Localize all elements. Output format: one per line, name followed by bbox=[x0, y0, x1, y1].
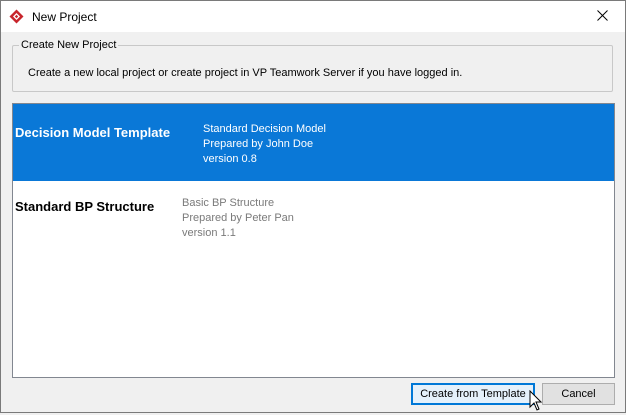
template-desc-line: Standard Decision Model bbox=[203, 123, 326, 135]
group-legend: Create New Project bbox=[19, 39, 119, 51]
template-item-decision-model[interactable]: Decision Model Template Standard Decisio… bbox=[13, 104, 614, 181]
create-new-project-group: Create New Project Create a new local pr… bbox=[12, 39, 613, 92]
close-button[interactable] bbox=[579, 1, 625, 32]
template-desc-line: Prepared by John Doe bbox=[203, 138, 314, 150]
template-description: Standard Decision Model Prepared by John… bbox=[203, 122, 326, 167]
close-icon bbox=[596, 9, 608, 24]
template-name: Decision Model Template bbox=[15, 125, 171, 140]
template-item-standard-bp[interactable]: Standard BP Structure Basic BP Structure… bbox=[13, 181, 614, 256]
template-desc-line: version 0.8 bbox=[203, 153, 257, 165]
template-desc-line: Prepared by Peter Pan bbox=[182, 212, 294, 224]
group-description: Create a new local project or create pro… bbox=[28, 67, 463, 79]
template-desc-line: version 1.1 bbox=[182, 227, 236, 239]
template-name: Standard BP Structure bbox=[15, 199, 155, 214]
template-list[interactable]: Decision Model Template Standard Decisio… bbox=[12, 103, 615, 378]
create-from-template-button[interactable]: Create from Template bbox=[411, 383, 535, 405]
title-bar: New Project bbox=[1, 1, 625, 32]
new-project-dialog: New Project Create New Project Create a … bbox=[0, 0, 626, 413]
template-description: Basic BP Structure Prepared by Peter Pan… bbox=[182, 196, 294, 241]
visual-paradigm-logo-icon bbox=[9, 9, 24, 24]
window-title: New Project bbox=[32, 10, 97, 24]
cancel-button[interactable]: Cancel bbox=[542, 383, 615, 405]
template-desc-line: Basic BP Structure bbox=[182, 197, 275, 209]
mouse-cursor-icon bbox=[529, 389, 543, 412]
